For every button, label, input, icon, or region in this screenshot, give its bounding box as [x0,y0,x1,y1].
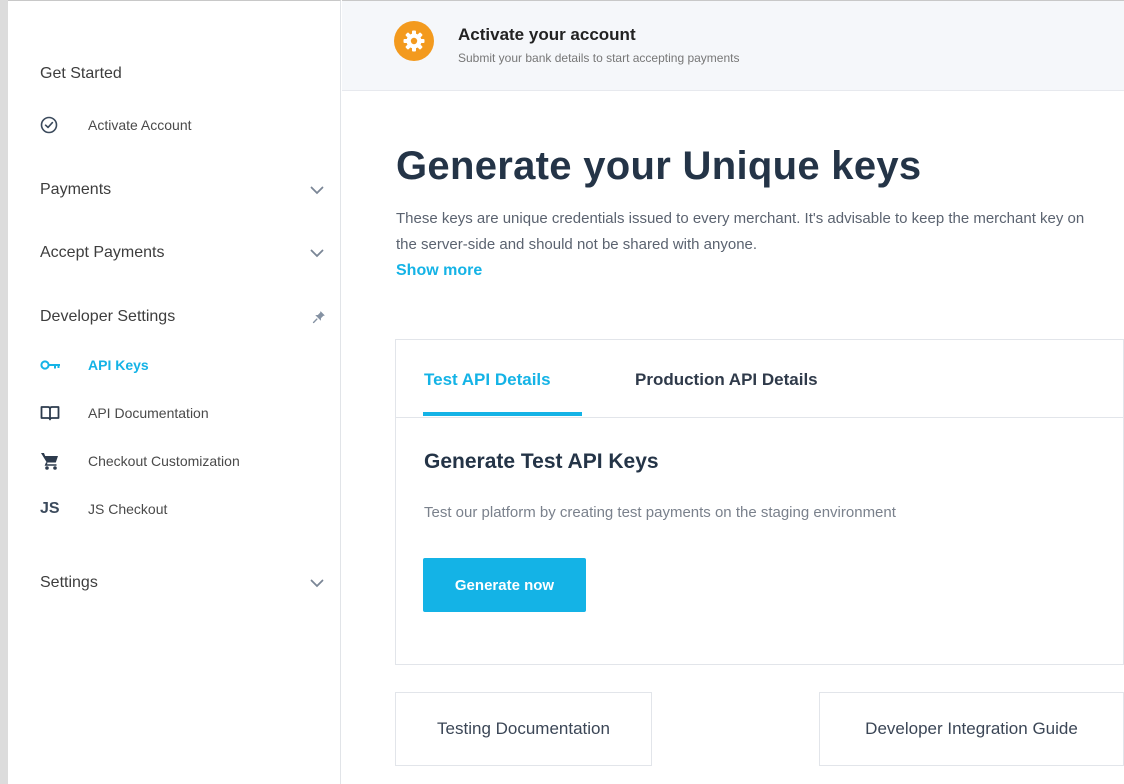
pin-icon[interactable] [312,310,326,324]
banner-subtitle: Submit your bank details to start accept… [458,51,740,65]
card-description: Test our platform by creating test payme… [424,504,896,521]
sidebar-item-js-checkout[interactable]: JS JS Checkout [40,497,167,521]
link-label: Developer Integration Guide [865,719,1078,738]
sidebar-item-api-documentation[interactable]: API Documentation [40,401,209,425]
sidebar-item-api-keys[interactable]: API Keys [40,353,149,377]
cart-icon [40,451,66,471]
sidebar-item-checkout-customization[interactable]: Checkout Customization [40,449,240,473]
section-label: Get Started [40,65,122,82]
sidebar-item-label: Checkout Customization [88,453,240,469]
tab-production-api-details[interactable]: Production API Details [635,370,818,390]
generate-now-button[interactable]: Generate now [423,558,586,612]
activate-account-banner[interactable]: Activate your account Submit your bank d… [342,0,1124,91]
section-label: Accept Payments [40,244,165,261]
chevron-down-icon [310,576,324,590]
gear-icon [394,21,434,61]
section-label: Developer Settings [40,308,176,325]
sidebar-section-settings[interactable]: Settings [40,568,330,598]
sidebar-item-label: JS Checkout [88,501,168,517]
chevron-down-icon [310,246,324,260]
chevron-down-icon [310,183,324,197]
sidebar-section-get-started[interactable]: Get Started [40,59,330,89]
sidebar-section-payments[interactable]: Payments [40,175,330,205]
check-circle-icon [40,115,66,135]
show-more-link[interactable]: Show more [396,262,482,280]
developer-integration-guide-link[interactable]: Developer Integration Guide [819,692,1124,766]
page-title: Generate your Unique keys [396,144,922,188]
tab-test-api-details[interactable]: Test API Details [424,370,551,390]
active-tab-indicator [423,412,582,416]
testing-documentation-link[interactable]: Testing Documentation [395,692,652,766]
card-title: Generate Test API Keys [424,450,659,473]
api-details-card: Test API Details Production API Details … [395,339,1124,665]
page-description: These keys are unique credentials issued… [396,210,1085,253]
key-icon [40,355,66,375]
sidebar-item-label: Activate Account [88,117,192,133]
sidebar: Get Started Activate Account Payments Ac… [8,0,341,784]
sidebar-item-label: API Documentation [88,405,209,421]
js-icon: JS [40,500,60,517]
banner-title: Activate your account [458,25,636,44]
sidebar-item-activate-account[interactable]: Activate Account [40,113,192,137]
sidebar-section-developer-settings[interactable]: Developer Settings [40,302,330,332]
sidebar-section-accept-payments[interactable]: Accept Payments [40,238,330,268]
section-label: Settings [40,574,98,591]
book-icon [40,403,66,423]
sidebar-item-label: API Keys [88,357,149,373]
link-label: Testing Documentation [437,719,610,738]
section-label: Payments [40,181,112,198]
api-tabs: Test API Details Production API Details [396,340,1123,418]
